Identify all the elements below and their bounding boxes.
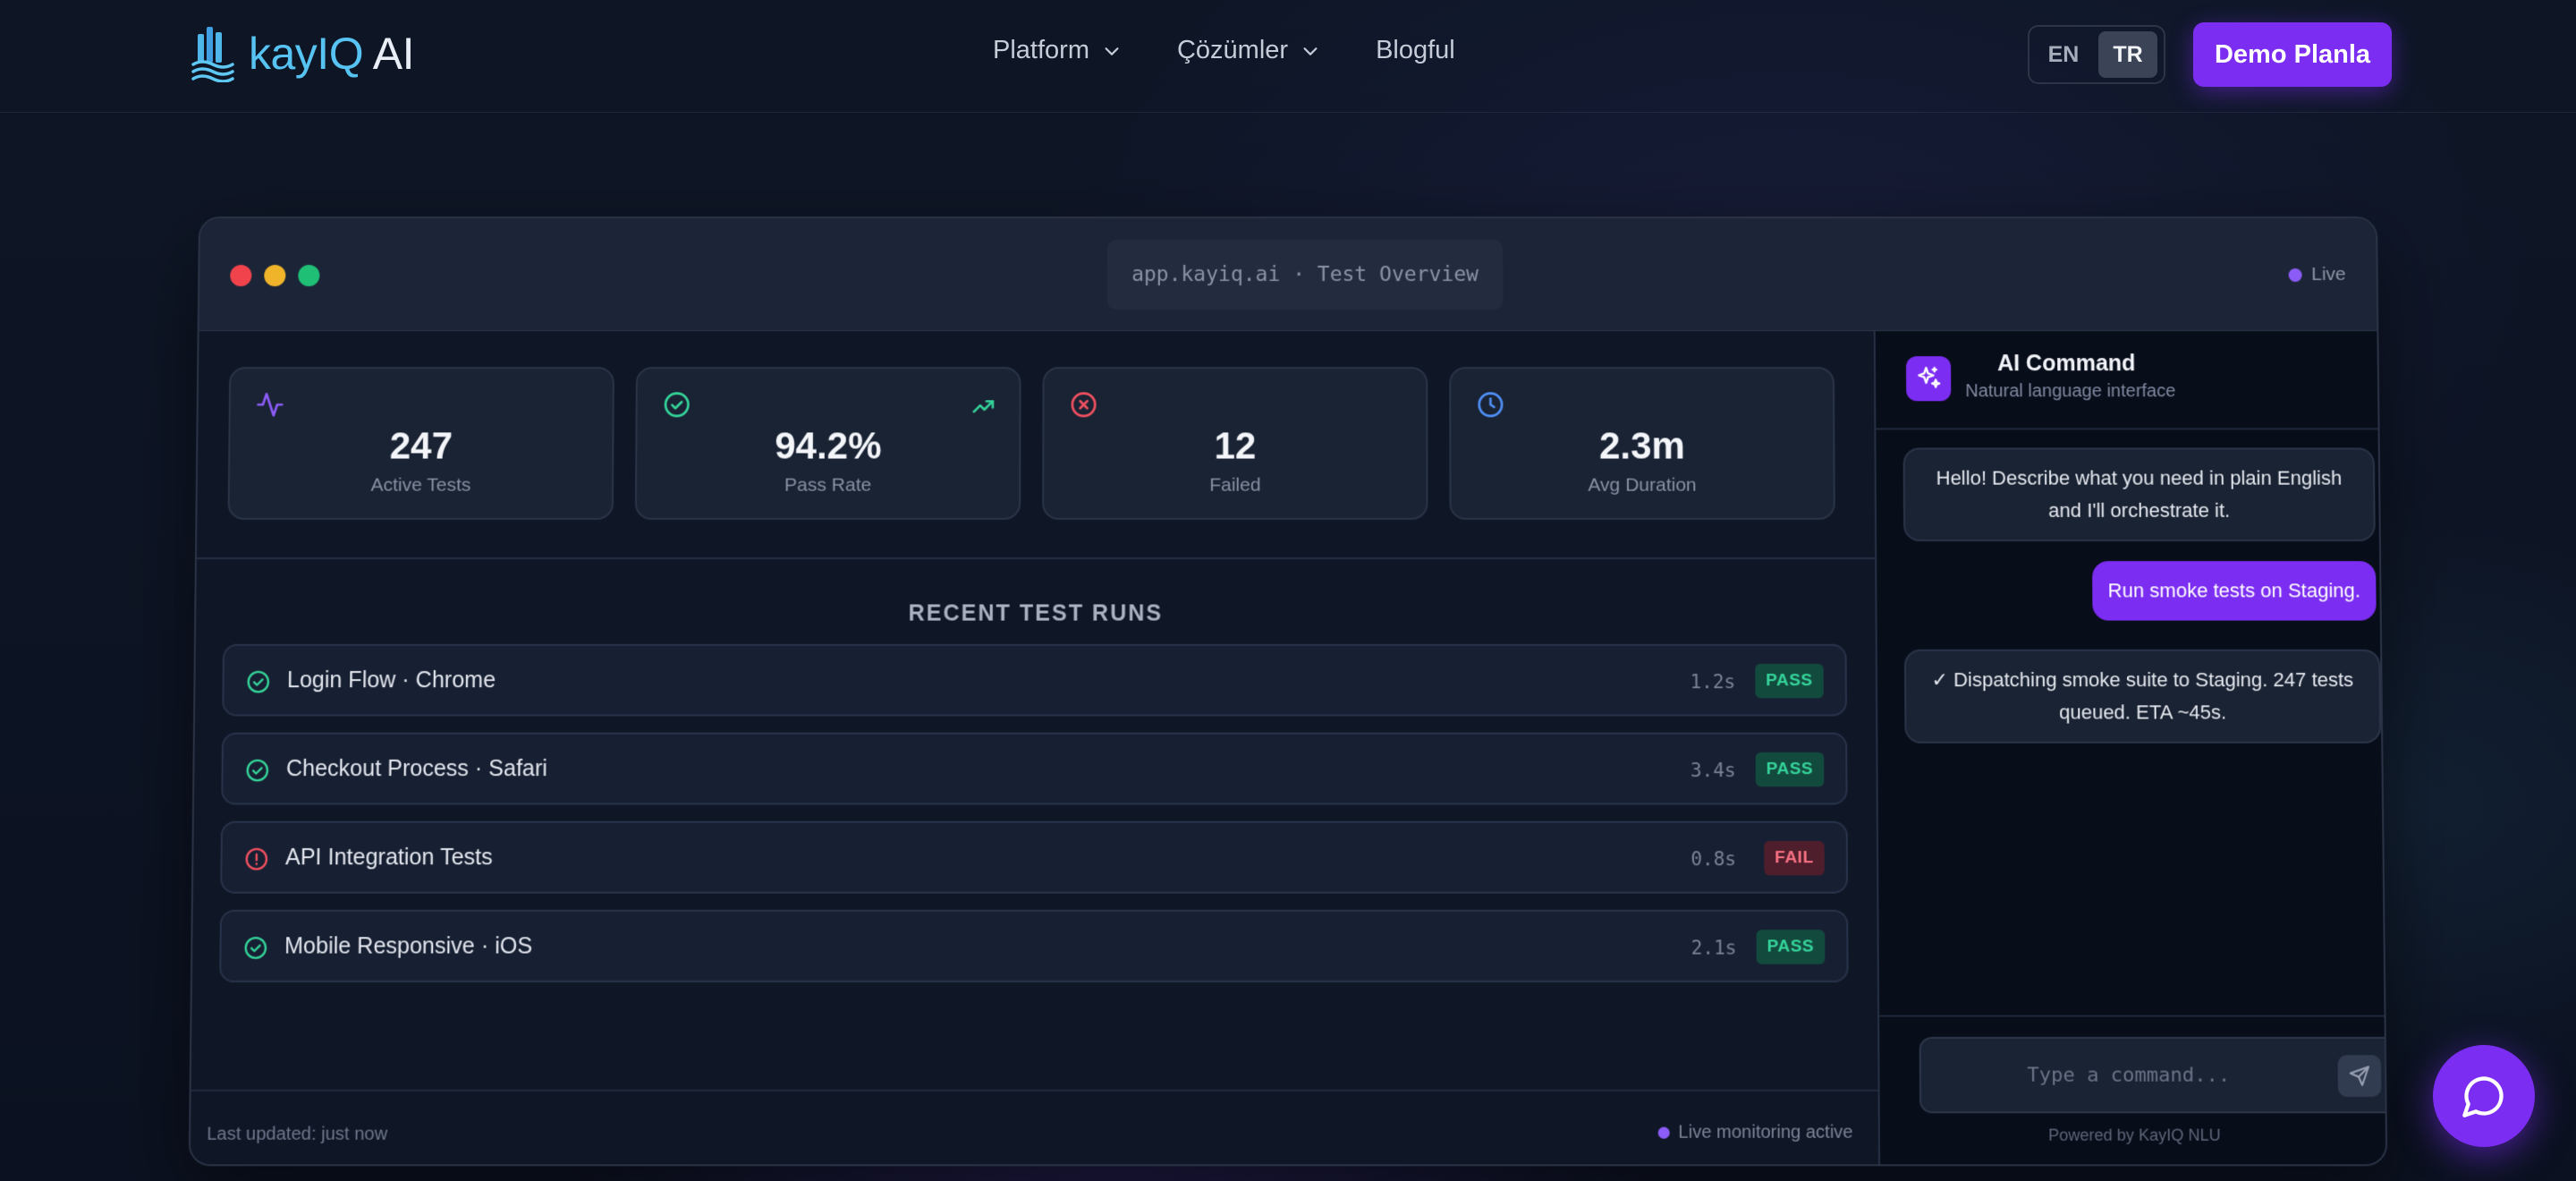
test-run-row[interactable]: API Integration Tests 0.8s FAIL <box>220 820 1849 894</box>
chat-message-bot: ✓ Dispatching smoke suite to Staging. 24… <box>1903 649 2382 743</box>
ai-command-title: AI Command <box>1996 351 2136 377</box>
minimize-dot-icon <box>264 265 286 287</box>
main-nav: Platform Çözümler Blogful <box>993 36 1455 65</box>
powered-by-text: Powered by KayIQ NLU <box>2047 1126 2221 1144</box>
recent-runs-heading: RECENT TEST RUNS <box>908 600 1164 626</box>
send-button[interactable] <box>2337 1055 2382 1097</box>
section-divider <box>196 557 1876 560</box>
close-dot-icon <box>230 265 252 287</box>
monitoring-dot-icon <box>1657 1126 1670 1139</box>
ai-command-subtitle: Natural language interface <box>1965 381 2176 402</box>
test-run-duration: 3.4s <box>1690 759 1736 782</box>
nav-item-platform[interactable]: Platform <box>993 36 1122 65</box>
trending-up-icon <box>970 394 996 419</box>
live-indicator: Live <box>2289 264 2346 285</box>
test-run-duration: 0.8s <box>1690 848 1737 871</box>
check-circle-icon <box>245 758 270 783</box>
test-run-row[interactable]: Mobile Responsive · iOS 2.1s PASS <box>219 909 1849 983</box>
recent-runs-list: Login Flow · Chrome 1.2s PASS Checkout P… <box>219 643 1849 998</box>
stat-value: 12 <box>1214 424 1257 467</box>
stat-card-active-tests: 247 Active Tests <box>227 367 614 520</box>
test-run-name: Checkout Process · Safari <box>285 755 548 782</box>
live-monitoring-indicator: Live monitoring active <box>1657 1122 1853 1143</box>
check-circle-icon <box>663 390 691 419</box>
chat-message-user: Run smoke tests on Staging. <box>2092 561 2377 621</box>
chevron-down-icon <box>1105 47 1119 55</box>
stat-value: 247 <box>389 424 453 467</box>
logo-mark-icon <box>191 27 234 82</box>
nav-item-label: Blogful <box>1376 36 1455 64</box>
brand-logo[interactable]: kayIQ AI <box>190 25 414 82</box>
check-circle-icon <box>243 935 268 960</box>
test-run-row[interactable]: Checkout Process · Safari 3.4s PASS <box>221 732 1848 805</box>
x-circle-icon <box>1070 390 1098 419</box>
stat-card-failed: 12 Failed <box>1042 367 1428 520</box>
maximize-dot-icon <box>298 265 320 287</box>
sparkles-icon <box>1905 356 1952 402</box>
nav-item-blog[interactable]: Blogful <box>1376 36 1455 65</box>
nav-item-solutions[interactable]: Çözümler <box>1177 36 1320 65</box>
test-run-name: Login Flow · Chrome <box>286 667 496 693</box>
monitoring-label: Live monitoring active <box>1678 1122 1853 1143</box>
brand-name-primary: kayIQ <box>249 29 364 79</box>
test-run-duration: 2.1s <box>1690 937 1737 959</box>
url-bar: app.kayiq.ai · Test Overview <box>1106 239 1504 310</box>
last-updated-text: Last updated: just now <box>207 1124 388 1144</box>
window-controls <box>230 265 320 287</box>
stat-value: 2.3m <box>1598 424 1685 467</box>
stat-label: Avg Duration <box>1588 474 1697 496</box>
brand-name-secondary: AI <box>363 29 415 79</box>
test-run-name: API Integration Tests <box>284 845 493 871</box>
send-icon <box>2349 1065 2370 1086</box>
activity-icon <box>256 392 284 416</box>
app-window-mockup: app.kayiq.ai · Test Overview Live 247 Ac… <box>188 217 2388 1167</box>
brand-name: kayIQ AI <box>249 28 414 80</box>
language-switcher: EN TR <box>2028 25 2165 84</box>
check-circle-icon <box>246 669 271 694</box>
nav-item-label: Platform <box>993 36 1089 64</box>
test-overview-panel: 247 Active Tests 94.2% Pass Rate 12 Fail… <box>190 331 1881 1167</box>
stat-card-avg-duration: 2.3m Avg Duration <box>1449 367 1835 520</box>
status-badge: PASS <box>1756 930 1826 964</box>
status-badge: PASS <box>1754 663 1824 699</box>
nav-item-label: Çözümler <box>1176 36 1289 64</box>
chat-bubble-icon <box>2462 1076 2504 1117</box>
ai-command-panel: AI Command Natural language interface He… <box>1875 331 2388 1167</box>
chevron-down-icon <box>1303 47 1318 55</box>
live-label: Live <box>2310 264 2346 285</box>
status-badge: FAIL <box>1764 840 1825 876</box>
live-dot-icon <box>2289 268 2303 282</box>
command-input[interactable] <box>1938 1055 2318 1095</box>
alert-circle-icon <box>244 846 269 871</box>
ai-command-header: AI Command Natural language interface <box>1875 331 2382 430</box>
language-option-tr[interactable]: TR <box>2098 31 2157 78</box>
chat-widget-button[interactable] <box>2433 1045 2535 1147</box>
top-nav: kayIQ AI Platform Çözümler Blogful EN TR… <box>0 0 2576 113</box>
language-option-en[interactable]: EN <box>2034 31 2093 78</box>
stat-label: Active Tests <box>370 474 471 496</box>
clock-icon <box>1476 390 1504 419</box>
footer-divider <box>191 1089 1878 1092</box>
status-badge: PASS <box>1755 752 1825 787</box>
input-divider <box>1879 1015 2388 1017</box>
test-run-duration: 1.2s <box>1690 671 1736 693</box>
demo-cta-button[interactable]: Demo Planla <box>2193 22 2392 87</box>
stat-label: Pass Rate <box>784 474 872 496</box>
stat-label: Failed <box>1209 474 1261 496</box>
test-run-name: Mobile Responsive · iOS <box>284 933 533 959</box>
stat-card-pass-rate: 94.2% Pass Rate <box>634 367 1021 520</box>
stat-value: 94.2% <box>775 424 882 467</box>
window-titlebar: app.kayiq.ai · Test Overview Live <box>199 217 2377 332</box>
stats-row: 247 Active Tests 94.2% Pass Rate 12 Fail… <box>227 367 1835 520</box>
command-input-box <box>1919 1036 2388 1114</box>
chat-message-bot: Hello! Describe what you need in plain E… <box>1902 447 2376 542</box>
test-run-row[interactable]: Login Flow · Chrome 1.2s PASS <box>222 643 1848 717</box>
